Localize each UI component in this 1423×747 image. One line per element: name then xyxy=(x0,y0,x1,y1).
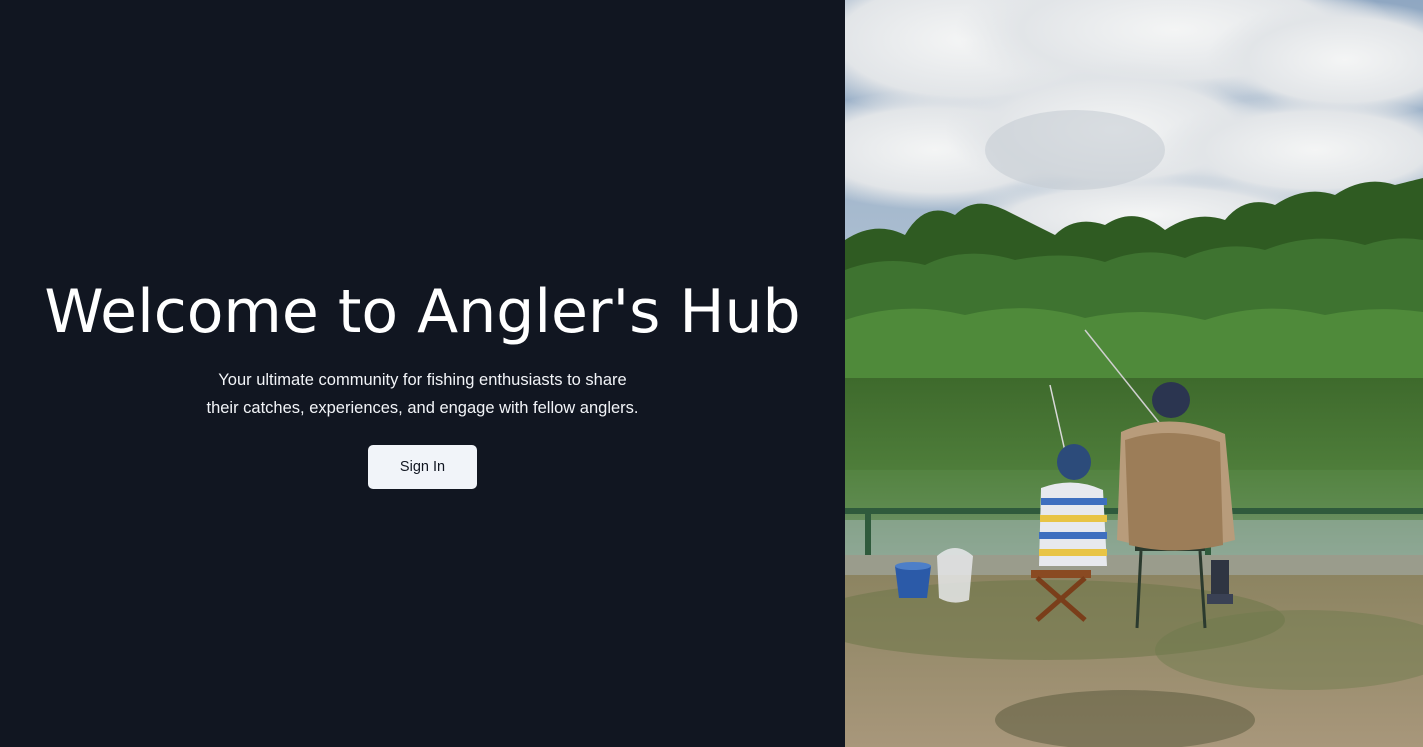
sign-in-button[interactable]: Sign In xyxy=(368,445,477,489)
hero-panel: Welcome to Angler's Hub Your ultimate co… xyxy=(0,0,845,747)
fishing-scene-photo xyxy=(845,0,1423,747)
landing-page: Welcome to Angler's Hub Your ultimate co… xyxy=(0,0,1423,747)
hero-subtitle: Your ultimate community for fishing enth… xyxy=(180,366,665,422)
hero-subtitle-line-1: Your ultimate community for fishing enth… xyxy=(218,371,627,389)
page-title: Welcome to Angler's Hub xyxy=(44,277,801,347)
hero-subtitle-line-2: their catches, experiences, and engage w… xyxy=(206,399,639,417)
photo-image xyxy=(845,0,1423,747)
